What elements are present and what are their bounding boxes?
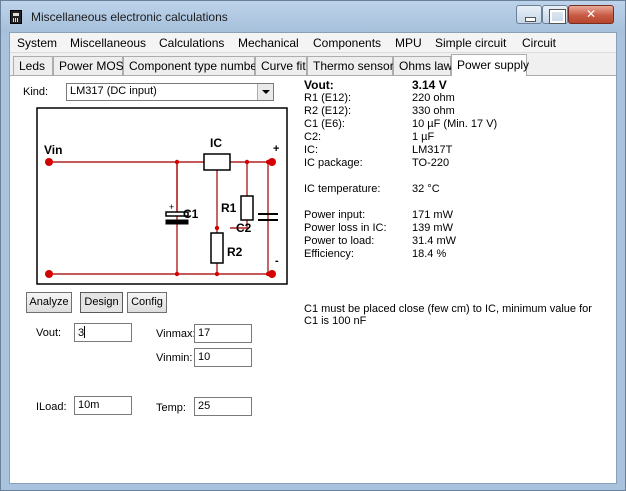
vin-label: Vin xyxy=(44,143,62,157)
chevron-down-icon[interactable] xyxy=(257,84,273,100)
result-vout: Vout: 3.14 V xyxy=(304,78,447,92)
tab-ohms-law[interactable]: Ohms law xyxy=(393,56,452,75)
vinmin-input[interactable]: 10 xyxy=(194,348,252,367)
tab-thermo-sensors[interactable]: Thermo sensors xyxy=(307,56,400,75)
vinmax-input[interactable]: 17 xyxy=(194,324,252,343)
result-ic-package: IC package: TO-220 xyxy=(304,157,450,169)
temp-value: 25 xyxy=(198,400,211,412)
kind-select[interactable]: LM317 (DC input) xyxy=(66,83,274,101)
result-r1: R1 (E12): 220 ohm xyxy=(304,92,455,104)
tab-power-supply[interactable]: Power supply xyxy=(451,54,529,76)
temp-label: Temp: xyxy=(156,402,186,414)
design-note: C1 must be placed close (few cm) to IC, … xyxy=(304,303,592,327)
result-power-input: Power input: 171 mW xyxy=(304,209,453,221)
kind-label: Kind: xyxy=(23,86,49,98)
analyze-button[interactable]: Analyze xyxy=(26,292,72,313)
menu-bar: System Miscellaneous Calculations Mechan… xyxy=(10,33,616,53)
vinmax-label: Vinmax: xyxy=(156,328,196,340)
tab-strip: Leds Power MOS Component type numbers Cu… xyxy=(10,54,616,76)
tab-leds[interactable]: Leds xyxy=(13,56,53,75)
close-button[interactable] xyxy=(568,5,614,24)
minus-label: - xyxy=(275,255,279,267)
iload-label: ILoad: xyxy=(36,401,67,413)
c2-label: C2 xyxy=(236,221,252,235)
vinmin-label: Vinmin: xyxy=(156,352,193,364)
tab-curve-fit[interactable]: Curve fit xyxy=(255,56,307,75)
result-power-load: Power to load: 31.4 mW xyxy=(304,235,457,247)
ic-symbol xyxy=(203,153,231,171)
result-power-loss: Power loss in IC: 139 mW xyxy=(304,222,453,234)
temp-input[interactable]: 25 xyxy=(194,397,252,416)
result-efficiency: Efficiency: 18.4 % xyxy=(304,248,447,260)
plus-label: + xyxy=(273,143,279,155)
kind-value: LM317 (DC input) xyxy=(70,85,157,97)
r2-symbol xyxy=(210,232,224,264)
result-ic: IC: LM317T xyxy=(304,144,453,156)
text-caret xyxy=(84,326,86,338)
r1-symbol xyxy=(240,195,254,221)
vout-input[interactable]: 3 xyxy=(74,323,132,342)
iload-input[interactable]: 10m xyxy=(74,396,132,415)
menu-components[interactable]: Components xyxy=(313,36,381,50)
r2-label: R2 xyxy=(227,245,243,259)
tab-component-type-numbers[interactable]: Component type numbers xyxy=(123,56,267,75)
menu-circuit[interactable]: Circuit xyxy=(522,36,556,50)
result-ic-temperature: IC temperature: 32 °C xyxy=(304,183,440,195)
vout-label: Vout: xyxy=(36,327,62,339)
calculator-icon[interactable] xyxy=(10,10,22,24)
app-window: Miscellaneous electronic calculations Sy… xyxy=(0,0,626,491)
menu-simple-circuit[interactable]: Simple circuit xyxy=(435,36,506,50)
power-supply-panel: Kind: LM317 (DC input) Vin IC R1 R2 C1 C… xyxy=(10,75,616,483)
vinmin-value: 10 xyxy=(198,351,211,363)
terminal-vin xyxy=(45,158,53,166)
ic-label: IC xyxy=(210,136,222,150)
client-area: System Miscellaneous Calculations Mechan… xyxy=(9,32,617,484)
terminal-ground-left xyxy=(45,270,53,278)
result-r2: R2 (E12): 330 ohm xyxy=(304,105,455,117)
c1-label: C1 xyxy=(183,207,199,221)
r1-label: R1 xyxy=(221,201,237,215)
menu-calculations[interactable]: Calculations xyxy=(159,36,224,50)
vinmax-value: 17 xyxy=(198,327,211,339)
iload-value: 10m xyxy=(78,399,100,411)
maximize-button[interactable] xyxy=(542,5,568,24)
title-bar[interactable]: Miscellaneous electronic calculations xyxy=(1,1,625,33)
menu-miscellaneous[interactable]: Miscellaneous xyxy=(70,36,146,50)
menu-system[interactable]: System xyxy=(17,36,57,50)
result-c1: C1 (E6): 10 µF (Min. 17 V) xyxy=(304,118,498,130)
menu-mechanical[interactable]: Mechanical xyxy=(238,36,299,50)
circuit-diagram: Vin IC R1 R2 C1 C2 + - + xyxy=(36,107,288,285)
menu-mpu[interactable]: MPU xyxy=(395,36,422,50)
result-c2: C2: 1 µF xyxy=(304,131,435,143)
tab-power-mos[interactable]: Power MOS xyxy=(53,56,124,75)
config-button[interactable]: Config xyxy=(127,292,167,313)
window-title: Miscellaneous electronic calculations xyxy=(31,10,228,24)
c1-plus-label: + xyxy=(169,202,174,212)
design-button[interactable]: Design xyxy=(80,292,123,313)
minimize-button[interactable] xyxy=(516,5,542,24)
